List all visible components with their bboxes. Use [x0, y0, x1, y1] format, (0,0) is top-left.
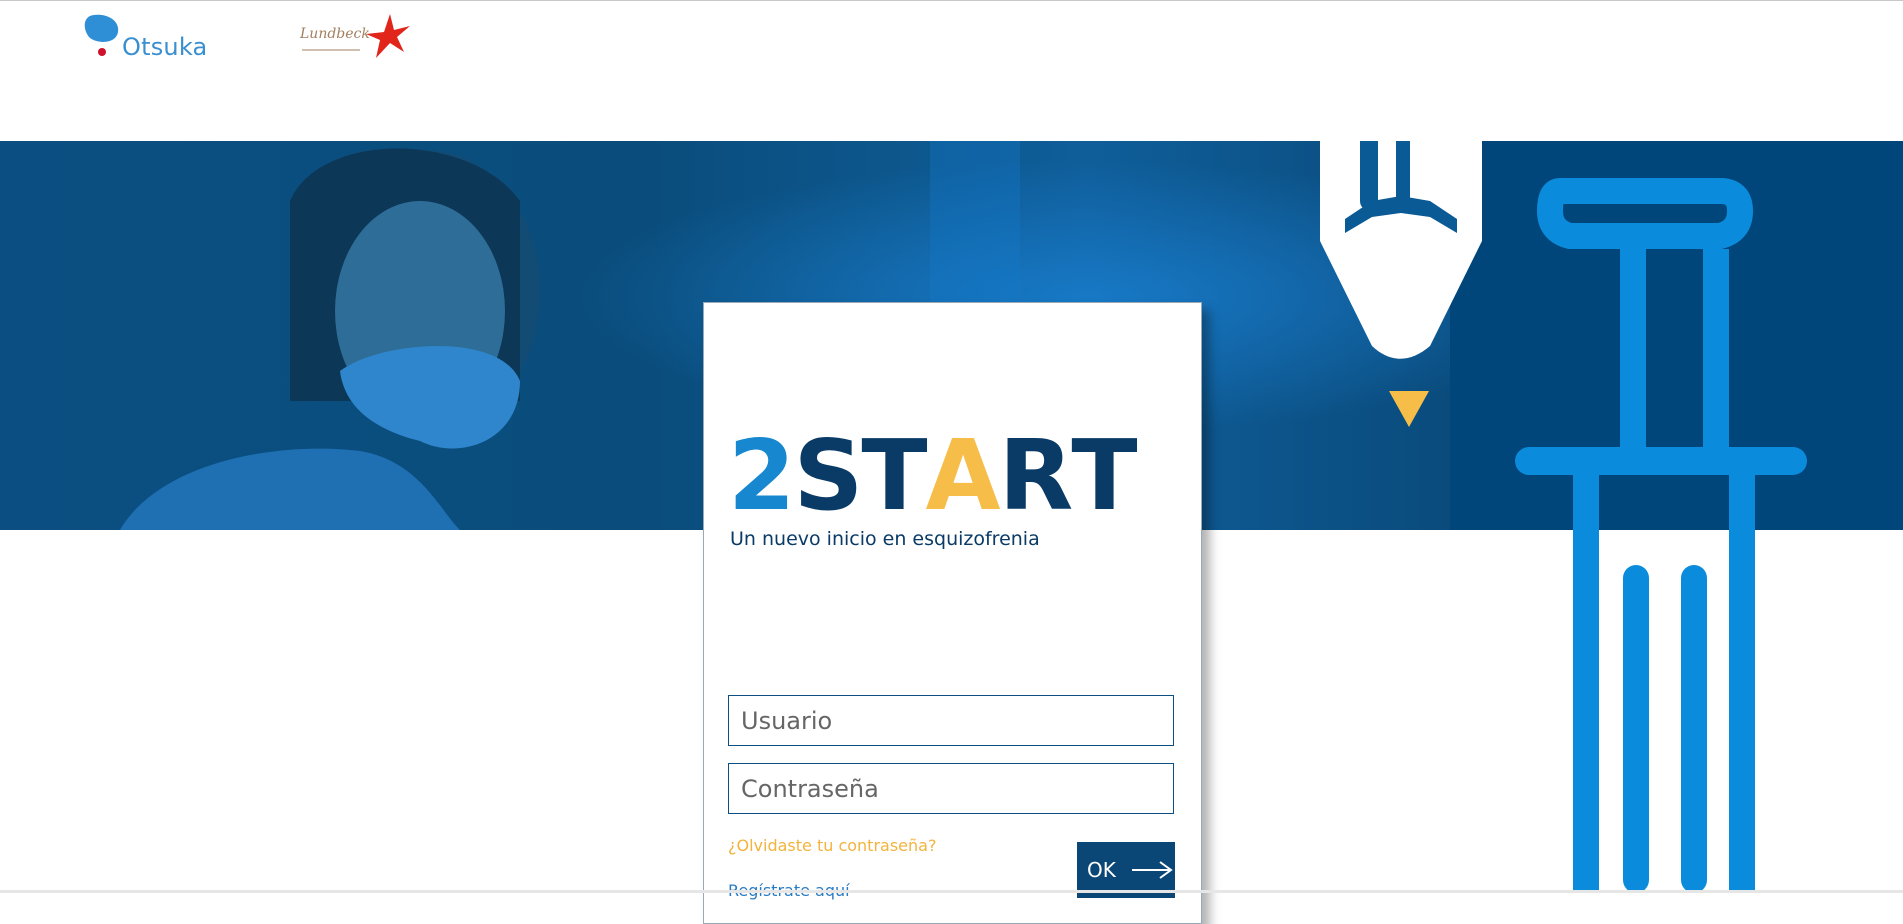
brand-letter: R [998, 419, 1074, 532]
arrow-right-icon [1131, 861, 1173, 879]
tagline: Un nuevo inicio en esquizofrenia [730, 528, 1040, 550]
password-field[interactable] [728, 763, 1174, 814]
pencil-icon [1320, 141, 1482, 427]
brand-logo-2start: 2START [728, 419, 1138, 532]
forgot-password-link[interactable]: ¿Olvidaste tu contraseña? [728, 836, 936, 855]
username-field[interactable] [728, 695, 1174, 746]
login-card: 2START Un nuevo inicio en esquizofrenia … [703, 302, 1202, 924]
column-icon [1515, 178, 1807, 893]
brand-letter: T [1071, 419, 1137, 532]
lundbeck-logo-text: Lundbeck [300, 26, 370, 42]
brand-letter: 2 [728, 419, 795, 532]
brand-letter: A [925, 419, 1001, 532]
ok-button-label: OK [1087, 858, 1116, 882]
otsuka-logo-text: Otsuka [122, 33, 208, 61]
brand-letter: T [861, 419, 927, 532]
brand-letter: S [793, 419, 864, 532]
decorative-illustration [1320, 141, 1807, 893]
top-border [0, 0, 1903, 1]
